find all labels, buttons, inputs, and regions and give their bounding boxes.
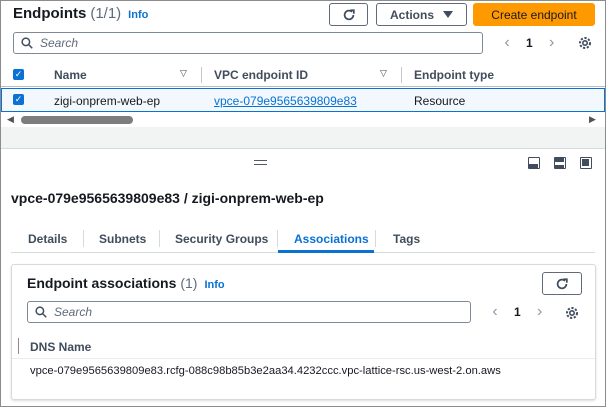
search-input-box[interactable] xyxy=(27,301,471,323)
tab-divider xyxy=(83,230,84,247)
row-divider xyxy=(12,358,595,359)
endpoints-count: (1/1) xyxy=(90,5,122,22)
scroll-right-icon[interactable]: ▶ xyxy=(589,114,596,125)
chevron-left-icon[interactable]: ‹ xyxy=(500,34,514,52)
page-number[interactable]: 1 xyxy=(514,305,521,319)
sort-icon[interactable]: ▽ xyxy=(380,68,387,79)
chevron-left-icon[interactable]: ‹ xyxy=(488,303,502,321)
refresh-icon xyxy=(343,8,355,20)
endpoints-header: Endpoints (1/1) Info xyxy=(13,5,148,22)
tab-bar: Details Subnets Security Groups Associat… xyxy=(11,226,595,253)
search-input[interactable] xyxy=(54,305,402,319)
table-header: ✓ Name ▽ VPC endpoint ID ▽ Endpoint type xyxy=(1,63,605,87)
page-number[interactable]: 1 xyxy=(526,36,533,50)
column-divider[interactable] xyxy=(201,67,202,83)
refresh-button[interactable] xyxy=(329,3,368,26)
info-link[interactable]: Info xyxy=(204,279,224,291)
associations-count: (1) xyxy=(180,275,198,291)
table-row[interactable]: ✓ zigi-onprem-web-ep vpce-079e9565639809… xyxy=(1,88,605,112)
associations-header: Endpoint associations (1) Info xyxy=(27,275,225,291)
gear-icon[interactable] xyxy=(577,35,593,51)
dns-name-cell: vpce-079e9565639809e83.rcfg-088c98b85b3e… xyxy=(30,365,501,377)
tab-associations[interactable]: Associations xyxy=(294,232,369,246)
column-header-name[interactable]: Name xyxy=(54,68,87,82)
create-endpoint-button[interactable]: Create endpoint xyxy=(473,3,595,26)
row-checkbox[interactable]: ✓ xyxy=(13,94,24,105)
scrollbar-thumb[interactable] xyxy=(21,116,133,124)
endpoint-type: Resource xyxy=(414,94,466,108)
tab-divider xyxy=(159,230,160,247)
column-header-endpoint-type[interactable]: Endpoint type xyxy=(414,68,494,82)
actions-label: Actions xyxy=(389,7,434,22)
drag-handle-icon[interactable] xyxy=(254,160,267,165)
active-tab-indicator xyxy=(278,250,374,253)
associations-container: Endpoint associations (1) Info ‹ 1 › DNS… xyxy=(11,264,596,400)
search-icon xyxy=(35,306,47,318)
tab-details[interactable]: Details xyxy=(28,232,67,246)
info-link[interactable]: Info xyxy=(128,9,148,21)
search-input-box[interactable] xyxy=(13,32,483,54)
refresh-icon xyxy=(556,277,568,289)
pagination: ‹ 1 › xyxy=(500,34,559,52)
gear-icon[interactable] xyxy=(564,305,580,321)
caret-down-icon xyxy=(443,10,453,18)
search-input[interactable] xyxy=(40,36,409,50)
tab-subnets[interactable]: Subnets xyxy=(99,232,146,246)
pagination: ‹ 1 › xyxy=(488,303,547,321)
associations-title: Endpoint associations xyxy=(27,275,177,291)
create-endpoint-label: Create endpoint xyxy=(491,7,577,22)
endpoint-id-link[interactable]: vpce-079e9565639809e83 xyxy=(214,94,357,108)
chevron-right-icon[interactable]: › xyxy=(533,303,547,321)
actions-button[interactable]: Actions xyxy=(376,3,467,26)
column-divider[interactable] xyxy=(401,67,402,83)
select-all-checkbox[interactable]: ✓ xyxy=(13,69,24,80)
column-header-dns-name[interactable]: DNS Name xyxy=(30,340,91,354)
column-header-vpc-endpoint-id[interactable]: VPC endpoint ID xyxy=(214,68,308,82)
panel-bottom-icon[interactable] xyxy=(528,157,540,169)
endpoint-name: zigi-onprem-web-ep xyxy=(54,94,161,108)
search-icon xyxy=(21,37,33,49)
scroll-left-icon[interactable]: ◀ xyxy=(7,114,14,125)
sort-icon[interactable]: ▽ xyxy=(180,68,187,79)
page-title: Endpoints xyxy=(13,5,87,22)
panel-side-icon[interactable] xyxy=(554,157,566,169)
table-footer-area xyxy=(1,127,605,149)
detail-title: vpce-079e9565639809e83 / zigi-onprem-web… xyxy=(11,190,324,206)
tab-divider xyxy=(277,230,278,247)
horizontal-scrollbar[interactable]: ◀ ▶ xyxy=(1,113,605,127)
chevron-right-icon[interactable]: › xyxy=(545,34,559,52)
tab-divider xyxy=(375,230,376,247)
tab-security-groups[interactable]: Security Groups xyxy=(175,232,268,246)
refresh-button[interactable] xyxy=(542,272,582,295)
tab-tags[interactable]: Tags xyxy=(393,232,420,246)
column-divider[interactable] xyxy=(18,338,19,354)
panel-full-icon[interactable] xyxy=(580,157,592,169)
